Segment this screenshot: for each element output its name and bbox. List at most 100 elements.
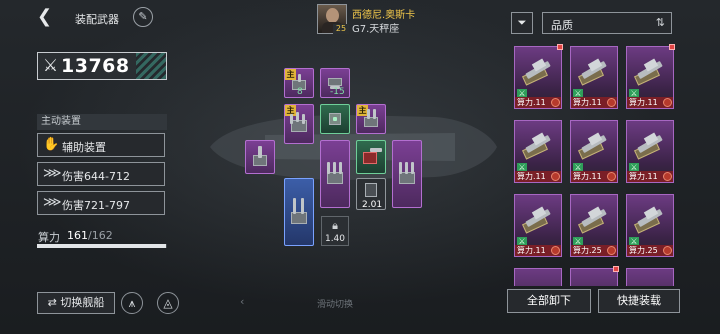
coin-icon — [607, 246, 616, 255]
chevron-left-icon: ‹ — [240, 295, 245, 308]
computing-cost: 算力.25 — [573, 246, 602, 255]
coin-icon — [607, 98, 616, 107]
combat-power-value: 13768 — [61, 55, 130, 77]
weapon-icon — [577, 53, 611, 87]
weapon-icon — [521, 201, 555, 235]
wing-button[interactable]: ⩚ — [121, 292, 143, 314]
inventory-card[interactable]: ⚔ 算力.11 — [514, 44, 563, 109]
module-slot-2[interactable]: -15 — [320, 68, 350, 98]
hand-icon: ✋ — [43, 137, 60, 152]
pilot-level: 25 — [333, 24, 349, 34]
inventory-card[interactable]: ⚔ 算力.11 — [626, 120, 674, 183]
device-icon — [363, 181, 379, 199]
cannon-icon — [360, 146, 382, 168]
computing-cost: 算力.11 — [517, 172, 546, 181]
inventory-card[interactable]: ⚔ 算力.25 — [570, 194, 618, 257]
avatar-head — [326, 8, 339, 23]
page-title: 装配武器 — [75, 13, 119, 26]
sort-icon: ⇅ — [655, 16, 665, 29]
coin-icon — [551, 246, 560, 255]
inventory-card[interactable]: ⚔ 算力.25 — [626, 194, 674, 257]
module-slot-3[interactable]: 主 — [284, 104, 314, 144]
card-footer: 算力.11 — [515, 97, 561, 108]
computing-value: 161/162 — [67, 229, 113, 242]
module-slot-8[interactable] — [356, 140, 386, 174]
card-footer: 算力.25 — [571, 245, 617, 256]
coin-icon — [551, 98, 560, 107]
computing-cost: 算力.11 — [573, 172, 602, 181]
module-slot-6[interactable] — [245, 140, 275, 174]
new-badge — [613, 266, 619, 272]
equipment-row-assist[interactable]: ✋ 辅助装置 — [37, 133, 165, 157]
pencil-icon: ✎ — [138, 10, 148, 23]
turret-icon — [288, 198, 310, 226]
quality-label: 品质 — [551, 19, 573, 32]
computing-cost: 算力.11 — [573, 98, 602, 107]
coin-icon — [607, 172, 616, 181]
slot-value: 2.01 — [362, 200, 383, 210]
back-button[interactable]: ❮ — [37, 8, 55, 26]
quality-sort-select[interactable]: 品质 ⇅ — [542, 12, 672, 34]
inventory-card[interactable]: ⚔ 算力.11 — [570, 46, 618, 109]
claw-icon: ⋙ — [43, 166, 62, 181]
card-footer: 算力.11 — [571, 171, 617, 182]
filter-button[interactable]: ⏷ — [511, 12, 533, 34]
module-slot-7[interactable] — [320, 140, 350, 208]
inventory-card[interactable]: ⚔ 算力.11 — [514, 194, 562, 257]
inventory-card[interactable]: ⚔ 算力.11 — [570, 120, 618, 183]
module-slot-1[interactable]: 主 8 — [284, 68, 314, 98]
inventory-card[interactable] — [626, 268, 674, 286]
stripe-decoration — [136, 53, 166, 79]
module-slot-9[interactable] — [392, 140, 422, 208]
locked-slot[interactable]: 🔒︎ 1.40 — [321, 216, 349, 246]
ship-name: G7.天秤座 — [352, 24, 400, 35]
module-slot-10[interactable] — [284, 178, 314, 246]
locked-slot-value: 1.40 — [324, 234, 346, 244]
weapon-icon — [633, 53, 667, 87]
module-slot-5[interactable]: 主 — [356, 104, 386, 134]
computing-cost: 算力.25 — [629, 246, 658, 255]
equipment-label: 伤害644-712 — [62, 170, 130, 183]
turret-icon — [361, 109, 381, 129]
triangle-icon: ◬ — [163, 296, 173, 310]
edit-name-button[interactable]: ✎ — [133, 7, 153, 27]
equipment-row-damage-1[interactable]: ⋙ 伤害644-712 — [37, 162, 165, 186]
coin-icon — [663, 246, 672, 255]
inventory-card[interactable] — [514, 268, 562, 286]
weapon-icon — [577, 127, 611, 161]
card-footer: 算力.11 — [515, 245, 561, 256]
inventory-card[interactable]: ⚔ 算力.11 — [626, 44, 675, 109]
inventory-card[interactable]: ⚔ 算力.11 — [514, 120, 562, 183]
equipment-row-damage-2[interactable]: ⋙ 伤害721-797 — [37, 191, 165, 215]
card-footer: 算力.11 — [515, 171, 561, 182]
wing-icon: ⩚ — [128, 296, 136, 310]
turret-icon — [250, 146, 270, 168]
swipe-hint-text: 滑动切换 — [317, 300, 354, 310]
slot-value: 8 — [297, 87, 303, 97]
new-badge — [557, 44, 563, 50]
new-badge — [669, 44, 675, 50]
equipment-label: 辅助装置 — [62, 141, 106, 154]
slot-value: -15 — [330, 87, 345, 97]
computing-progress-bar — [37, 244, 167, 248]
quick-equip-button[interactable]: 快捷装载 — [598, 289, 680, 313]
switch-ship-button[interactable]: ⇄ 切换舰船 — [37, 292, 115, 314]
turret-icon — [288, 112, 310, 136]
coin-icon — [663, 172, 672, 181]
card-footer: 算力.11 — [627, 171, 673, 182]
inventory-card[interactable] — [570, 266, 619, 286]
core-icon — [326, 110, 344, 128]
weapon-icon — [633, 201, 667, 235]
unload-all-button[interactable]: 全部卸下 — [507, 289, 591, 313]
computing-cost: 算力.11 — [517, 98, 546, 107]
module-slot-4[interactable] — [320, 104, 350, 134]
computing-progress-fill — [37, 244, 167, 248]
card-footer: 算力.11 — [627, 97, 673, 108]
equipment-label: 伤害721-797 — [62, 199, 130, 212]
filter-icon: ⏷ — [517, 16, 527, 29]
triangle-button[interactable]: ◬ — [157, 292, 179, 314]
computing-cost: 算力.11 — [629, 98, 658, 107]
claw-icon: ⋙ — [43, 195, 62, 210]
module-slot-11[interactable]: 2.01 — [356, 178, 386, 210]
computing-cost: 算力.11 — [517, 246, 546, 255]
